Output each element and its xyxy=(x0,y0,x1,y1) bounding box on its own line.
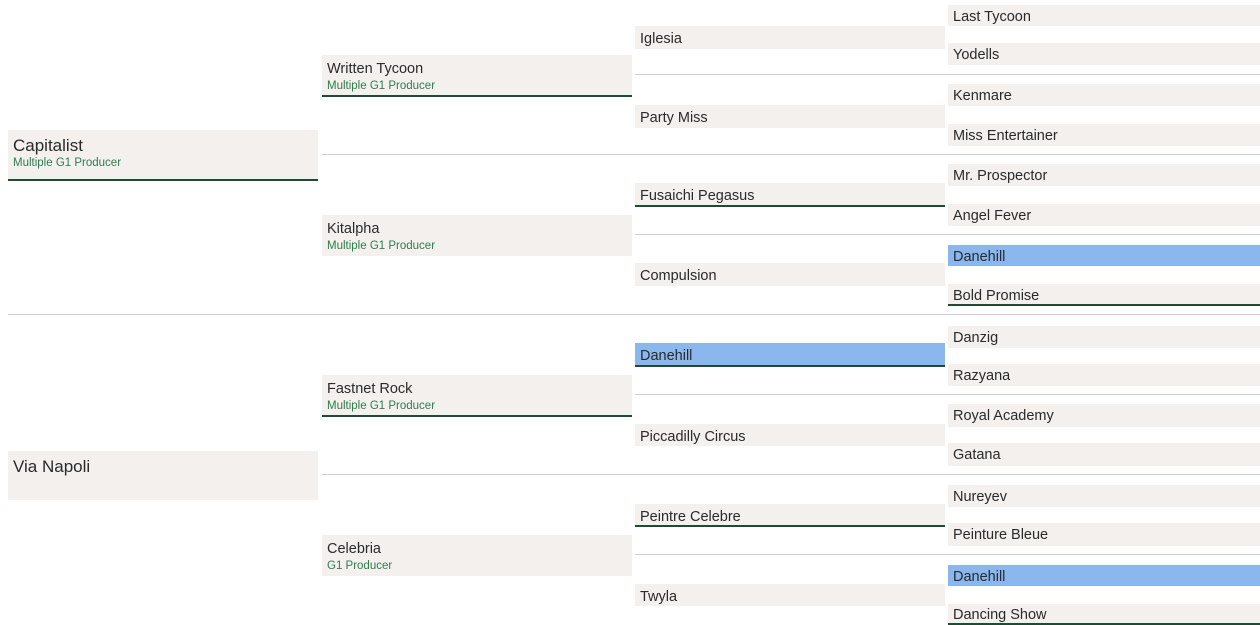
horse-name: Danehill xyxy=(953,249,1006,265)
divider xyxy=(635,554,1260,555)
gen4-horse[interactable]: Royal Academy xyxy=(948,404,1260,427)
gen4-horse-highlighted[interactable]: Danehill xyxy=(948,245,1260,266)
gen4-horse[interactable]: Miss Entertainer xyxy=(948,124,1260,146)
gen3-horse[interactable]: Piccadilly Circus xyxy=(635,424,945,446)
horse-name: Compulsion xyxy=(640,268,717,284)
horse-name: Last Tycoon xyxy=(953,9,1031,25)
horse-name: Fusaichi Pegasus xyxy=(640,188,755,204)
gen4-horse-highlighted[interactable]: Danehill xyxy=(948,565,1260,586)
gen4-horse[interactable]: Mr. Prospector xyxy=(948,164,1260,186)
horse-name: Kitalpha xyxy=(327,221,380,237)
horse-name: Miss Entertainer xyxy=(953,128,1058,144)
horse-name: Piccadilly Circus xyxy=(640,429,746,445)
gen4-horse[interactable]: Dancing Show xyxy=(948,604,1260,625)
gen4-horse[interactable]: Angel Fever xyxy=(948,204,1260,226)
horse-name: Twyla xyxy=(640,589,678,605)
producer-badge: G1 Producer xyxy=(327,559,393,572)
gen3-horse[interactable]: Iglesia xyxy=(635,26,945,49)
horse-name: Kenmare xyxy=(953,88,1012,104)
gen1-sire[interactable]: Capitalist Multiple G1 Producer xyxy=(8,130,318,181)
gen3-horse[interactable]: Fusaichi Pegasus xyxy=(635,183,945,207)
gen2-sire-dam[interactable]: Kitalpha Multiple G1 Producer xyxy=(322,215,632,256)
gen3-horse[interactable]: Party Miss xyxy=(635,105,945,128)
horse-name: Iglesia xyxy=(640,31,682,47)
horse-name: Written Tycoon xyxy=(327,61,424,77)
horse-name: Party Miss xyxy=(640,110,708,126)
divider xyxy=(322,474,1260,475)
horse-name: Fastnet Rock xyxy=(327,381,413,397)
horse-name: Yodells xyxy=(953,47,1000,63)
producer-badge: Multiple G1 Producer xyxy=(13,157,122,169)
divider xyxy=(635,74,1260,75)
horse-name: Danehill xyxy=(640,348,693,364)
gen4-horse[interactable]: Yodells xyxy=(948,43,1260,65)
horse-name: Via Napoli xyxy=(13,457,91,476)
gen3-horse-highlighted[interactable]: Danehill xyxy=(635,343,945,367)
gen4-horse[interactable]: Last Tycoon xyxy=(948,5,1260,26)
horse-name: Peintre Celebre xyxy=(640,509,741,525)
pedigree-chart: Capitalist Multiple G1 Producer Via Napo… xyxy=(0,0,1260,625)
divider xyxy=(635,394,1260,395)
gen3-horse[interactable]: Peintre Celebre xyxy=(635,504,945,527)
gen4-horse[interactable]: Bold Promise xyxy=(948,284,1260,306)
gen4-horse[interactable]: Nureyev xyxy=(948,485,1260,507)
gen4-horse[interactable]: Gatana xyxy=(948,443,1260,466)
gen4-horse[interactable]: Kenmare xyxy=(948,84,1260,106)
gen4-horse[interactable]: Razyana xyxy=(948,364,1260,386)
horse-name: Dancing Show xyxy=(953,607,1047,623)
gen3-horse[interactable]: Compulsion xyxy=(635,263,945,286)
horse-name: Danehill xyxy=(953,569,1006,585)
horse-name: Bold Promise xyxy=(953,288,1040,304)
gen2-dam-sire[interactable]: Fastnet Rock Multiple G1 Producer xyxy=(322,375,632,417)
divider xyxy=(322,154,1260,155)
gen3-horse[interactable]: Twyla xyxy=(635,584,945,606)
gen4-horse[interactable]: Danzig xyxy=(948,326,1260,348)
gen4-horse[interactable]: Peinture Bleue xyxy=(948,523,1260,546)
horse-name: Peinture Bleue xyxy=(953,527,1049,543)
horse-name: Capitalist xyxy=(13,136,83,155)
horse-name: Royal Academy xyxy=(953,408,1054,424)
producer-badge: Multiple G1 Producer xyxy=(327,239,436,252)
gen2-sire-sire[interactable]: Written Tycoon Multiple G1 Producer xyxy=(322,55,632,97)
gen2-dam-dam[interactable]: Celebria G1 Producer xyxy=(322,535,632,576)
horse-name: Angel Fever xyxy=(953,208,1032,224)
horse-name: Celebria xyxy=(327,541,381,557)
divider xyxy=(635,234,1260,235)
producer-badge: Multiple G1 Producer xyxy=(327,79,436,92)
horse-name: Gatana xyxy=(953,447,1001,463)
producer-badge: Multiple G1 Producer xyxy=(327,399,436,412)
horse-name: Nureyev xyxy=(953,489,1007,505)
gen1-dam[interactable]: Via Napoli xyxy=(8,451,318,500)
horse-name: Mr. Prospector xyxy=(953,168,1048,184)
horse-name: Danzig xyxy=(953,330,999,346)
divider xyxy=(8,314,1260,315)
horse-name: Razyana xyxy=(953,368,1011,384)
